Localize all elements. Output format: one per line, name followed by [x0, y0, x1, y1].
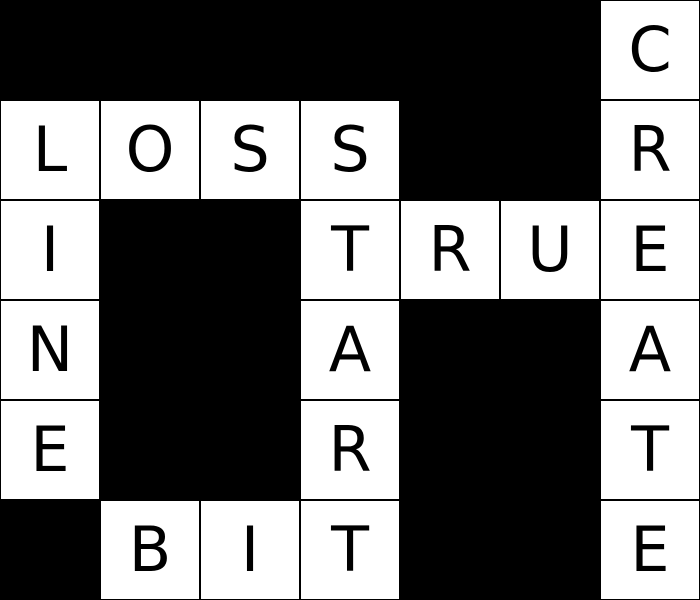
letter-cell[interactable]: A	[300, 300, 400, 400]
block-cell	[100, 400, 200, 500]
letter-cell[interactable]: R	[600, 100, 700, 200]
letter-cell[interactable]: I	[0, 200, 100, 300]
crossword-grid: CLOSSRITRUENAAERTBITE	[0, 0, 700, 600]
letter-cell[interactable]: A	[600, 300, 700, 400]
letter-cell[interactable]: U	[500, 200, 600, 300]
letter-cell[interactable]: R	[400, 200, 500, 300]
block-cell	[500, 500, 600, 600]
letter-cell[interactable]: E	[0, 400, 100, 500]
letter-cell[interactable]: O	[100, 100, 200, 200]
block-cell	[100, 200, 200, 300]
block-cell	[400, 300, 500, 400]
letter-cell[interactable]: E	[600, 200, 700, 300]
block-cell	[200, 300, 300, 400]
block-cell	[0, 0, 100, 100]
letter-cell[interactable]: C	[600, 0, 700, 100]
letter-cell[interactable]: L	[0, 100, 100, 200]
letter-cell[interactable]: S	[200, 100, 300, 200]
block-cell	[200, 200, 300, 300]
block-cell	[400, 0, 500, 100]
letter-cell[interactable]: B	[100, 500, 200, 600]
block-cell	[300, 0, 400, 100]
block-cell	[500, 100, 600, 200]
block-cell	[400, 100, 500, 200]
letter-cell[interactable]: N	[0, 300, 100, 400]
block-cell	[500, 0, 600, 100]
letter-cell[interactable]: E	[600, 500, 700, 600]
block-cell	[400, 500, 500, 600]
block-cell	[100, 0, 200, 100]
block-cell	[400, 400, 500, 500]
letter-cell[interactable]: R	[300, 400, 400, 500]
block-cell	[0, 500, 100, 600]
block-cell	[500, 400, 600, 500]
block-cell	[100, 300, 200, 400]
block-cell	[500, 300, 600, 400]
letter-cell[interactable]: T	[600, 400, 700, 500]
letter-cell[interactable]: I	[200, 500, 300, 600]
letter-cell[interactable]: T	[300, 200, 400, 300]
letter-cell[interactable]: S	[300, 100, 400, 200]
block-cell	[200, 400, 300, 500]
letter-cell[interactable]: T	[300, 500, 400, 600]
block-cell	[200, 0, 300, 100]
